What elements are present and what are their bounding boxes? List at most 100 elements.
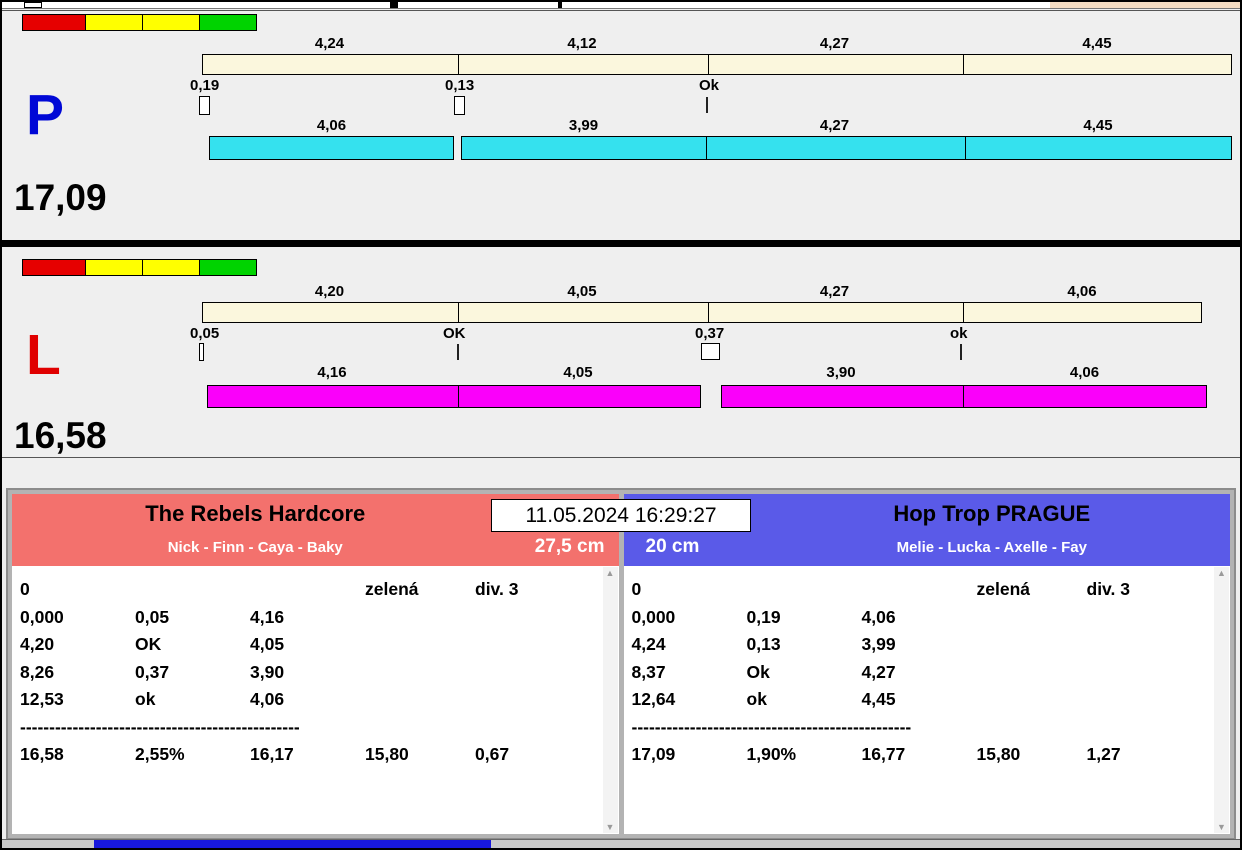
table-cell: 8,37 xyxy=(631,661,666,682)
split-time-label: 4,16 xyxy=(317,364,347,381)
bar-divider xyxy=(458,386,459,407)
table-cell xyxy=(365,631,475,659)
table-cell: zelená xyxy=(976,579,1031,599)
table-cell xyxy=(747,576,862,604)
table-cell xyxy=(475,659,619,687)
info-row: 0 zelená div. 3 xyxy=(12,576,619,604)
table-cell xyxy=(365,659,475,687)
table-cell: ok xyxy=(135,689,156,709)
table-cell xyxy=(475,604,619,632)
status-light-yellow-icon xyxy=(85,14,143,31)
total-row: 17,09 1,90% 16,77 15,80 1,27 xyxy=(624,741,1231,769)
table-cell xyxy=(365,686,475,714)
bar-divider xyxy=(706,137,707,159)
split-time-label: 4,24 xyxy=(314,35,345,52)
lane-l-opponent-split-bar xyxy=(202,302,1202,323)
scrollbar[interactable]: ▲ ▼ xyxy=(1214,567,1229,833)
status-lights xyxy=(22,14,257,31)
fault-label: Ok xyxy=(699,77,720,94)
taskbar-item[interactable] xyxy=(94,840,491,848)
results-section: 11.05.2024 16:29:27 The Rebels Hardcore … xyxy=(6,488,1236,840)
table-cell: 3,90 xyxy=(250,661,285,682)
status-lights xyxy=(22,259,257,276)
table-cell: zelená xyxy=(365,579,419,599)
lane-letter: P xyxy=(26,83,65,147)
lane-p-panel: 4,24 4,12 4,27 4,45 0,19 0,13 Ok 4,06 3,… xyxy=(2,10,1240,240)
team-results-right: 0 zelená div. 3 0,000 0,19 4,06 4,24 0,1… xyxy=(623,566,1231,834)
table-cell: 3,99 xyxy=(861,634,896,654)
table-cell: div. 3 xyxy=(1086,579,1130,599)
split-time-label: 3,99 xyxy=(568,117,599,134)
table-cell: 4,24 xyxy=(631,634,666,654)
table-cell: 0,13 xyxy=(746,634,781,654)
bar-divider xyxy=(708,55,709,74)
table-cell xyxy=(1087,631,1231,659)
lane-l-time-bar xyxy=(207,385,1207,408)
titlebar xyxy=(2,2,1240,9)
fault-marker-box xyxy=(199,96,210,115)
lane-total-time: 17,09 xyxy=(14,177,107,218)
row-divider: ----------------------------------------… xyxy=(631,716,912,737)
team-panel-right: Hop Trop PRAGUE Melie - Lucka - Axelle -… xyxy=(623,494,1231,834)
table-cell xyxy=(1087,659,1231,687)
table-cell: 0,000 xyxy=(20,606,64,627)
table-cell: 4,05 xyxy=(250,634,285,654)
datetime-display: 11.05.2024 16:29:27 xyxy=(491,499,751,532)
table-cell: 8,26 xyxy=(20,661,55,682)
bar-divider xyxy=(965,137,966,159)
table-cell: 15,80 xyxy=(365,744,409,764)
lane-p-time-bar xyxy=(209,136,1232,160)
fault-label: 0,37 xyxy=(695,325,725,342)
bar-divider xyxy=(708,303,709,322)
scrollbar-up-icon[interactable]: ▲ xyxy=(606,567,615,579)
board-height: 20 cm xyxy=(645,536,700,557)
scrollbar-up-icon[interactable]: ▲ xyxy=(1217,567,1226,579)
lane-total-time: 16,58 xyxy=(14,415,107,456)
bar-divider xyxy=(458,55,459,74)
split-row: 8,37 Ok 4,27 xyxy=(624,659,1231,687)
fault-marker-box xyxy=(454,96,465,115)
table-cell xyxy=(1087,686,1231,714)
bar-gap xyxy=(453,136,462,160)
split-time-label: 4,06 xyxy=(1067,283,1097,300)
split-time-label: 4,45 xyxy=(1083,117,1113,134)
table-cell: 17,09 xyxy=(631,744,676,764)
status-light-green-icon xyxy=(199,14,257,31)
split-row: 4,20 OK 4,05 xyxy=(12,631,619,659)
total-row: 16,58 2,55% 16,17 15,80 0,67 xyxy=(12,741,619,769)
table-cell: 16,77 xyxy=(861,744,906,764)
table-cell: 0 xyxy=(631,579,642,599)
fault-label: 0,13 xyxy=(445,77,475,94)
lane-separator xyxy=(2,240,1240,247)
scrollbar[interactable]: ▲ ▼ xyxy=(602,567,618,833)
fault-marker-box xyxy=(701,343,720,360)
table-cell: 15,80 xyxy=(976,744,1021,764)
table-cell: 0,000 xyxy=(631,606,676,627)
team-panel-left: The Rebels Hardcore Nick - Finn - Caya -… xyxy=(12,494,619,834)
table-cell: 4,06 xyxy=(250,689,285,709)
fault-label: 0,19 xyxy=(190,77,220,94)
team-name: Hop Trop PRAGUE xyxy=(893,501,1091,526)
bar-divider xyxy=(963,55,964,74)
fault-label: 0,05 xyxy=(190,325,220,342)
scrollbar-down-icon[interactable]: ▼ xyxy=(606,821,615,833)
lane-letter: L xyxy=(26,323,61,387)
table-cell xyxy=(365,604,475,632)
titlebar-mark-icon xyxy=(558,2,562,8)
taskbar xyxy=(2,839,1240,848)
table-cell xyxy=(475,686,619,714)
titlebar-fragment xyxy=(1050,2,1240,8)
fault-marker-tick xyxy=(960,344,962,360)
split-time-label: 4,45 xyxy=(1082,35,1112,52)
split-row: 0,000 0,19 4,06 xyxy=(624,604,1231,632)
table-cell: 0,19 xyxy=(746,606,781,627)
team-members: Melie - Lucka - Axelle - Fay xyxy=(896,539,1087,556)
table-cell xyxy=(977,604,1087,632)
scrollbar-down-icon[interactable]: ▼ xyxy=(1217,821,1226,833)
app-window: 4,24 4,12 4,27 4,45 0,19 0,13 Ok 4,06 3,… xyxy=(0,0,1242,850)
table-cell xyxy=(135,576,250,604)
table-cell xyxy=(977,631,1087,659)
row-divider: ----------------------------------------… xyxy=(20,716,300,737)
table-cell: 0,05 xyxy=(135,606,170,627)
table-cell: Ok xyxy=(746,661,770,682)
